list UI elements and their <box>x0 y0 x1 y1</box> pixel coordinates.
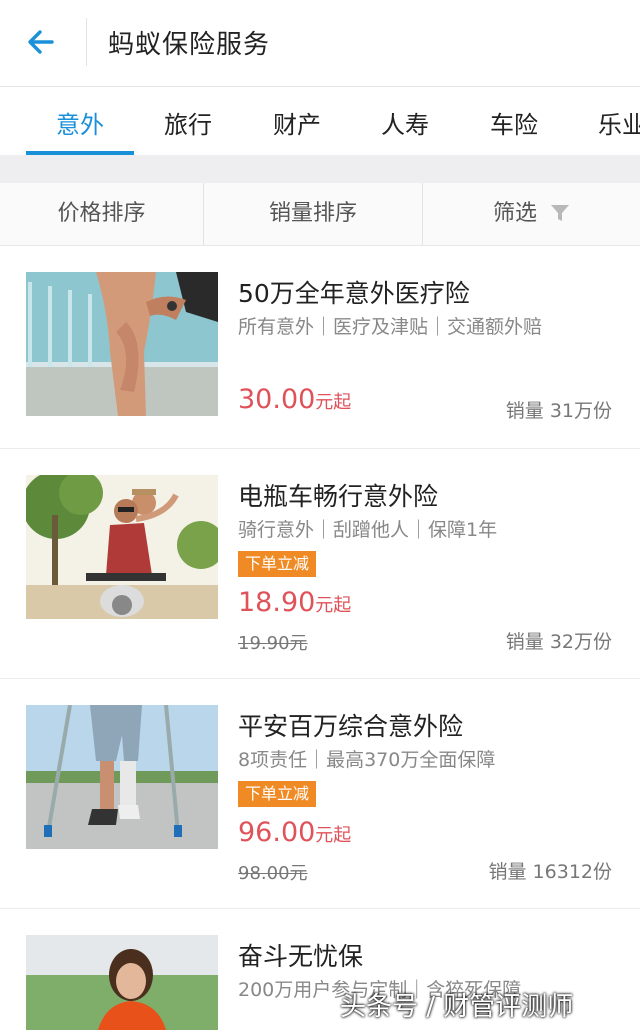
product-image <box>26 475 218 619</box>
tab-travel[interactable]: 旅行 <box>164 105 212 140</box>
discount-badge: 下单立减 <box>238 551 317 577</box>
product-price: 18.90元起 <box>238 587 351 618</box>
page-title: 蚂蚁保险服务 <box>108 30 271 60</box>
price-suffix: 元起 <box>315 392 352 413</box>
product-tags: 骑行意外｜刮蹭他人｜保障1年 <box>238 519 498 541</box>
product-title: 50万全年意外医疗险 <box>238 279 470 308</box>
price-value: 18.90 <box>238 587 316 618</box>
watermark: 头条号 / 财管评测师 <box>340 992 574 1022</box>
sort-by-price-button[interactable]: 价格排序 <box>0 183 203 245</box>
funnel-icon <box>551 205 569 221</box>
product-card[interactable]: 平安百万综合意外险 8项责任｜最高370万全面保障 下单立减 96.00元起 9… <box>0 679 640 909</box>
discount-badge: 下单立减 <box>238 781 317 807</box>
product-tags: 所有意外｜医疗及津贴｜交通额外赔 <box>238 316 543 338</box>
sort-by-sales-button[interactable]: 销量排序 <box>204 183 422 245</box>
original-price: 98.00元 <box>238 863 308 884</box>
price-value: 96.00 <box>238 817 316 848</box>
sort-bar: 价格排序 销量排序 筛选 <box>0 183 640 246</box>
product-image <box>26 272 218 416</box>
tab-property[interactable]: 财产 <box>273 105 321 140</box>
price-suffix: 元起 <box>315 595 352 616</box>
tab-life[interactable]: 人寿 <box>381 105 429 140</box>
product-price: 30.00元起 <box>238 384 351 415</box>
category-tabs: 意外 旅行 财产 人寿 车险 乐业 <box>0 87 640 155</box>
filter-label: 筛选 <box>492 201 537 226</box>
sales-count: 销量 16312份 <box>488 861 612 883</box>
product-card[interactable]: 50万全年意外医疗险 所有意外｜医疗及津贴｜交通额外赔 30.00元起 销量 3… <box>0 246 640 449</box>
tab-auto[interactable]: 车险 <box>490 105 538 140</box>
tab-accident[interactable]: 意外 <box>56 105 104 140</box>
sales-count: 销量 31万份 <box>505 400 612 422</box>
product-title: 奋斗无忧保 <box>238 942 364 971</box>
product-tags: 8项责任｜最高370万全面保障 <box>238 749 496 771</box>
product-title: 电瓶车畅行意外险 <box>238 482 439 511</box>
product-image <box>26 935 218 1030</box>
header-divider <box>86 18 87 66</box>
tab-career[interactable]: 乐业 <box>598 105 640 140</box>
price-value: 30.00 <box>238 384 316 415</box>
filter-button[interactable]: 筛选 <box>423 183 640 245</box>
original-price: 19.90元 <box>238 633 308 654</box>
product-title: 平安百万综合意外险 <box>238 712 464 741</box>
product-price: 96.00元起 <box>238 817 351 848</box>
sales-count: 销量 32万份 <box>505 631 612 653</box>
app-header: 蚂蚁保险服务 <box>0 0 640 87</box>
price-suffix: 元起 <box>315 825 352 846</box>
section-gap <box>0 155 640 183</box>
product-card[interactable]: 电瓶车畅行意外险 骑行意外｜刮蹭他人｜保障1年 下单立减 18.90元起 19.… <box>0 449 640 679</box>
back-arrow-icon[interactable] <box>22 22 62 62</box>
product-image <box>26 705 218 849</box>
